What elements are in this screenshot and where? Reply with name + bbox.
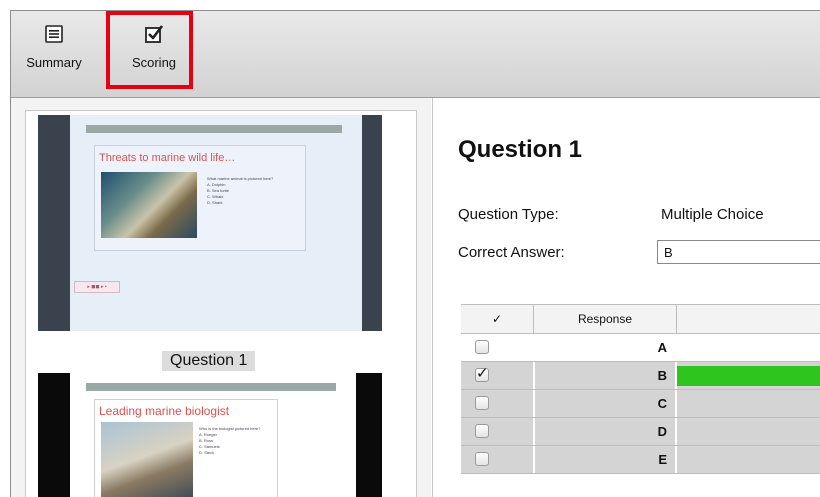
response-bar-cell bbox=[677, 334, 820, 361]
question-detail-panel: Question 1 Question Type: Multiple Choic… bbox=[432, 98, 820, 497]
response-bar-cell bbox=[677, 418, 820, 445]
slide-title: Threats to marine wild life… bbox=[99, 152, 236, 164]
response-bar-cell bbox=[677, 390, 820, 417]
response-cell: C bbox=[535, 390, 675, 417]
checkbox-checked-icon bbox=[145, 25, 164, 43]
sea-turtle-image bbox=[101, 172, 197, 238]
slide-thumbnail-question-2[interactable]: Leading marine biologist Who is the biol… bbox=[38, 373, 382, 497]
column-header-check[interactable]: ✓ bbox=[461, 305, 534, 333]
correct-answer-field[interactable] bbox=[657, 240, 820, 264]
response-bar bbox=[677, 366, 820, 386]
slide-title-bar bbox=[86, 383, 336, 391]
question-type-value: Multiple Choice bbox=[661, 206, 764, 223]
response-cell: A bbox=[535, 334, 675, 361]
checkbox-cell bbox=[461, 334, 533, 361]
list-icon bbox=[45, 25, 63, 43]
slide-card: Threats to marine wild life… What marine… bbox=[94, 145, 306, 251]
table-row[interactable]: ✓ B bbox=[461, 362, 820, 390]
response-bar-cell bbox=[677, 362, 820, 389]
response-cell: E bbox=[535, 446, 675, 473]
slide-title: Leading marine biologist bbox=[99, 404, 230, 418]
toolbar: Summary Scoring bbox=[11, 11, 820, 98]
table-header: ✓ Response bbox=[461, 305, 820, 334]
slide-title-bar bbox=[86, 125, 342, 133]
response-cell: B bbox=[535, 362, 675, 389]
table-row[interactable]: D bbox=[461, 418, 820, 446]
correct-checkbox[interactable] bbox=[475, 424, 489, 438]
slide-navigator: Threats to marine wild life… What marine… bbox=[11, 98, 431, 497]
scoring-label: Scoring bbox=[131, 55, 177, 70]
thumbnail-list[interactable]: Threats to marine wild life… What marine… bbox=[25, 110, 417, 497]
summary-button[interactable]: Summary bbox=[13, 23, 95, 70]
question-type-label: Question Type: bbox=[458, 206, 559, 223]
checkbox-cell bbox=[461, 390, 533, 417]
biologist-image bbox=[101, 422, 193, 497]
question-heading: Question 1 bbox=[458, 136, 583, 163]
correct-checkbox-checked[interactable]: ✓ bbox=[475, 366, 489, 382]
checkbox-cell: ✓ bbox=[461, 362, 533, 389]
correct-checkbox[interactable] bbox=[475, 340, 489, 354]
slide-card: Leading marine biologist Who is the biol… bbox=[94, 399, 278, 497]
scoring-button[interactable]: Scoring bbox=[119, 23, 189, 70]
column-header-graph bbox=[677, 305, 820, 333]
checkbox-cell bbox=[461, 418, 533, 445]
column-header-response[interactable]: Response bbox=[534, 305, 677, 333]
response-cell: D bbox=[535, 418, 675, 445]
slide-thumbnail-question-1[interactable]: Threats to marine wild life… What marine… bbox=[38, 115, 382, 331]
correct-checkbox[interactable] bbox=[475, 396, 489, 410]
table-body: A ✓ B C D E bbox=[461, 334, 820, 474]
response-bar-cell bbox=[677, 446, 820, 473]
thumbnail-label: Question 1 bbox=[162, 351, 256, 371]
correct-checkbox[interactable] bbox=[475, 452, 489, 466]
correct-answer-label: Correct Answer: bbox=[458, 244, 565, 261]
slide-question-text: What marine animal is pictured here? A. … bbox=[207, 176, 274, 205]
app-window: Summary Scoring Threats to marine wild l… bbox=[10, 10, 820, 497]
summary-label: Summary bbox=[26, 55, 82, 70]
slide-playbar: ▸ ◼◼ ▸ ▪ bbox=[74, 281, 120, 293]
checkbox-cell bbox=[461, 446, 533, 473]
table-row[interactable]: A bbox=[461, 334, 820, 362]
table-row[interactable]: C bbox=[461, 390, 820, 418]
slide-question-text: Who is the biologist pictured here? A. R… bbox=[199, 426, 261, 455]
response-table: ✓ Response A ✓ B C D E bbox=[461, 304, 820, 474]
table-row[interactable]: E bbox=[461, 446, 820, 474]
